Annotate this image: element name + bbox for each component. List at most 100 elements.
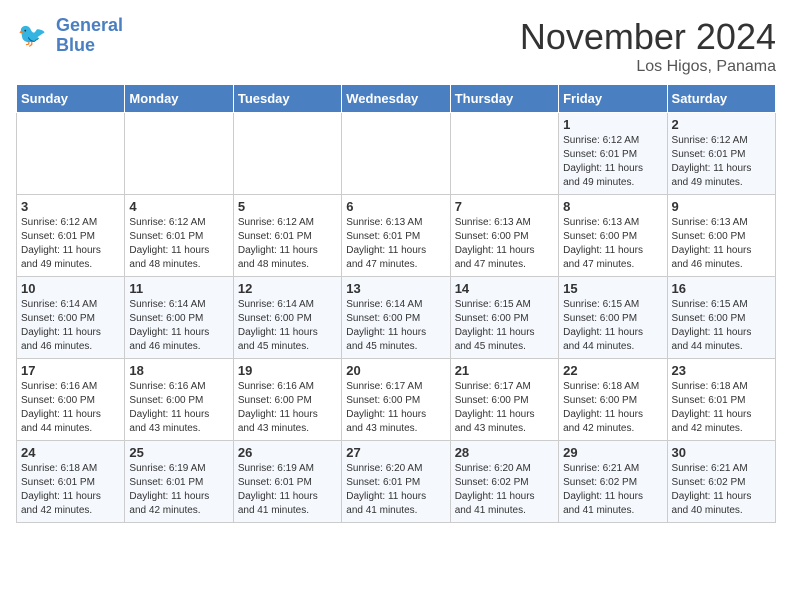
calendar-week-row: 24 Sunrise: 6:18 AM Sunset: 6:01 PM Dayli…: [17, 441, 776, 523]
calendar-cell: 12 Sunrise: 6:14 AM Sunset: 6:00 PM Dayli…: [233, 277, 341, 359]
calendar-cell: 13Sunrise: 6:14 AM Sunset: 6:00 PM Dayli…: [342, 277, 450, 359]
day-number: 4: [129, 199, 228, 214]
day-info: Sunrise: 6:13 AM Sunset: 6:00 PM Dayligh…: [672, 216, 771, 272]
calendar-week-row: 10 Sunrise: 6:14 AM Sunset: 6:00 PM Dayli…: [17, 277, 776, 359]
day-number: 14: [455, 281, 554, 296]
day-of-week-header: Tuesday: [233, 85, 341, 113]
day-number: 18: [129, 363, 228, 378]
day-info: Sunrise: 6:13 AM Sunset: 6:00 PM Dayligh…: [563, 216, 662, 272]
calendar-cell: 15Sunrise: 6:15 AM Sunset: 6:00 PM Dayli…: [559, 277, 667, 359]
day-info: Sunrise: 6:13 AM Sunset: 6:00 PM Dayligh…: [455, 216, 554, 272]
day-number: 26: [238, 445, 337, 460]
logo-text: General Blue: [56, 16, 123, 56]
day-info: Sunrise: 6:18 AM Sunset: 6:01 PM Dayligh…: [672, 380, 771, 436]
day-number: 19: [238, 363, 337, 378]
calendar-cell: 2 Sunrise: 6:12 AM Sunset: 6:01 PM Daylig…: [667, 113, 775, 195]
calendar-cell: [125, 113, 233, 195]
day-number: 12: [238, 281, 337, 296]
day-info: Sunrise: 6:21 AM Sunset: 6:02 PM Dayligh…: [563, 462, 662, 518]
day-of-week-header: Thursday: [450, 85, 558, 113]
day-info: Sunrise: 6:14 AM Sunset: 6:00 PM Dayligh…: [21, 298, 120, 354]
calendar-header-row: SundayMondayTuesdayWednesdayThursdayFrid…: [17, 85, 776, 113]
calendar-cell: 30Sunrise: 6:21 AM Sunset: 6:02 PM Dayli…: [667, 441, 775, 523]
day-info: Sunrise: 6:17 AM Sunset: 6:00 PM Dayligh…: [455, 380, 554, 436]
calendar-cell: 21 Sunrise: 6:17 AM Sunset: 6:00 PM Dayli…: [450, 359, 558, 441]
day-info: Sunrise: 6:16 AM Sunset: 6:00 PM Dayligh…: [129, 380, 228, 436]
day-info: Sunrise: 6:19 AM Sunset: 6:01 PM Dayligh…: [238, 462, 337, 518]
day-info: Sunrise: 6:16 AM Sunset: 6:00 PM Dayligh…: [21, 380, 120, 436]
calendar-cell: 23 Sunrise: 6:18 AM Sunset: 6:01 PM Dayli…: [667, 359, 775, 441]
month-title: November 2024: [520, 16, 776, 58]
day-info: Sunrise: 6:14 AM Sunset: 6:00 PM Dayligh…: [346, 298, 445, 354]
calendar-cell: 11Sunrise: 6:14 AM Sunset: 6:00 PM Dayli…: [125, 277, 233, 359]
day-of-week-header: Saturday: [667, 85, 775, 113]
logo: 🐦 General Blue: [16, 16, 123, 56]
day-info: Sunrise: 6:12 AM Sunset: 6:01 PM Dayligh…: [563, 134, 662, 190]
calendar-cell: 28 Sunrise: 6:20 AM Sunset: 6:02 PM Dayli…: [450, 441, 558, 523]
day-number: 16: [672, 281, 771, 296]
day-number: 15: [563, 281, 662, 296]
calendar-cell: 6 Sunrise: 6:13 AM Sunset: 6:01 PM Daylig…: [342, 195, 450, 277]
calendar-week-row: 3 Sunrise: 6:12 AM Sunset: 6:01 PM Daylig…: [17, 195, 776, 277]
day-number: 20: [346, 363, 445, 378]
calendar-cell: 1Sunrise: 6:12 AM Sunset: 6:01 PM Daylig…: [559, 113, 667, 195]
day-number: 10: [21, 281, 120, 296]
calendar-cell: 10 Sunrise: 6:14 AM Sunset: 6:00 PM Dayli…: [17, 277, 125, 359]
logo-icon: 🐦: [16, 18, 52, 54]
day-info: Sunrise: 6:18 AM Sunset: 6:01 PM Dayligh…: [21, 462, 120, 518]
day-number: 3: [21, 199, 120, 214]
day-number: 17: [21, 363, 120, 378]
calendar-cell: 14Sunrise: 6:15 AM Sunset: 6:00 PM Dayli…: [450, 277, 558, 359]
day-number: 29: [563, 445, 662, 460]
day-of-week-header: Wednesday: [342, 85, 450, 113]
day-number: 22: [563, 363, 662, 378]
day-number: 21: [455, 363, 554, 378]
day-info: Sunrise: 6:21 AM Sunset: 6:02 PM Dayligh…: [672, 462, 771, 518]
calendar-cell: 17 Sunrise: 6:16 AM Sunset: 6:00 PM Dayli…: [17, 359, 125, 441]
calendar-cell: 24 Sunrise: 6:18 AM Sunset: 6:01 PM Dayli…: [17, 441, 125, 523]
day-number: 28: [455, 445, 554, 460]
day-info: Sunrise: 6:12 AM Sunset: 6:01 PM Dayligh…: [21, 216, 120, 272]
day-of-week-header: Monday: [125, 85, 233, 113]
day-number: 25: [129, 445, 228, 460]
day-of-week-header: Sunday: [17, 85, 125, 113]
calendar-table: SundayMondayTuesdayWednesdayThursdayFrid…: [16, 84, 776, 523]
day-number: 23: [672, 363, 771, 378]
calendar-cell: 9 Sunrise: 6:13 AM Sunset: 6:00 PM Daylig…: [667, 195, 775, 277]
day-info: Sunrise: 6:18 AM Sunset: 6:00 PM Dayligh…: [563, 380, 662, 436]
day-info: Sunrise: 6:12 AM Sunset: 6:01 PM Dayligh…: [238, 216, 337, 272]
title-block: November 2024 Los Higos, Panama: [520, 16, 776, 76]
day-number: 6: [346, 199, 445, 214]
calendar-cell: 18 Sunrise: 6:16 AM Sunset: 6:00 PM Dayli…: [125, 359, 233, 441]
day-info: Sunrise: 6:16 AM Sunset: 6:00 PM Dayligh…: [238, 380, 337, 436]
day-info: Sunrise: 6:20 AM Sunset: 6:02 PM Dayligh…: [455, 462, 554, 518]
calendar-cell: [17, 113, 125, 195]
day-number: 24: [21, 445, 120, 460]
day-info: Sunrise: 6:17 AM Sunset: 6:00 PM Dayligh…: [346, 380, 445, 436]
calendar-cell: 26 Sunrise: 6:19 AM Sunset: 6:01 PM Dayli…: [233, 441, 341, 523]
calendar-cell: 4Sunrise: 6:12 AM Sunset: 6:01 PM Daylig…: [125, 195, 233, 277]
day-info: Sunrise: 6:14 AM Sunset: 6:00 PM Dayligh…: [129, 298, 228, 354]
calendar-cell: 5Sunrise: 6:12 AM Sunset: 6:01 PM Daylig…: [233, 195, 341, 277]
day-info: Sunrise: 6:19 AM Sunset: 6:01 PM Dayligh…: [129, 462, 228, 518]
calendar-cell: 29 Sunrise: 6:21 AM Sunset: 6:02 PM Dayli…: [559, 441, 667, 523]
calendar-cell: 20 Sunrise: 6:17 AM Sunset: 6:00 PM Dayli…: [342, 359, 450, 441]
day-info: Sunrise: 6:13 AM Sunset: 6:01 PM Dayligh…: [346, 216, 445, 272]
day-number: 7: [455, 199, 554, 214]
calendar-cell: 22 Sunrise: 6:18 AM Sunset: 6:00 PM Dayli…: [559, 359, 667, 441]
calendar-week-row: 17 Sunrise: 6:16 AM Sunset: 6:00 PM Dayli…: [17, 359, 776, 441]
day-number: 2: [672, 117, 771, 132]
day-info: Sunrise: 6:14 AM Sunset: 6:00 PM Dayligh…: [238, 298, 337, 354]
calendar-cell: [342, 113, 450, 195]
day-info: Sunrise: 6:12 AM Sunset: 6:01 PM Dayligh…: [672, 134, 771, 190]
svg-text:🐦: 🐦: [18, 22, 47, 48]
calendar-cell: 7 Sunrise: 6:13 AM Sunset: 6:00 PM Daylig…: [450, 195, 558, 277]
calendar-cell: 3 Sunrise: 6:12 AM Sunset: 6:01 PM Daylig…: [17, 195, 125, 277]
calendar-cell: 19 Sunrise: 6:16 AM Sunset: 6:00 PM Dayli…: [233, 359, 341, 441]
day-number: 8: [563, 199, 662, 214]
calendar-cell: 27Sunrise: 6:20 AM Sunset: 6:01 PM Dayli…: [342, 441, 450, 523]
logo-line1: General: [56, 15, 123, 35]
day-number: 9: [672, 199, 771, 214]
calendar-cell: [450, 113, 558, 195]
logo-line2: Blue: [56, 35, 95, 55]
